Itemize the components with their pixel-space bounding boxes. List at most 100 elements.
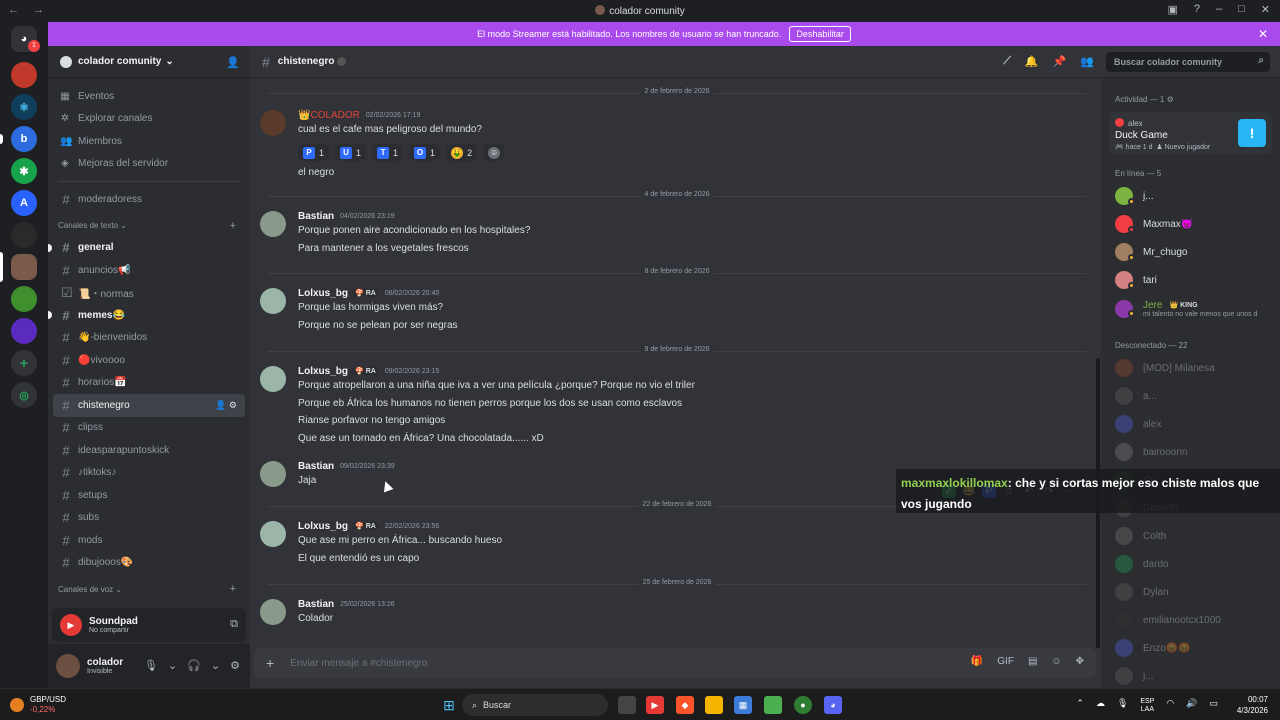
member-item[interactable]: dardo (1101, 550, 1280, 578)
author-avatar[interactable] (260, 461, 286, 487)
member-item[interactable]: j... (1101, 182, 1280, 210)
reaction-pill[interactable]: O1 (409, 144, 441, 161)
author-name[interactable]: Lolxus_bg (298, 366, 348, 377)
nav-item-1[interactable]: ✲ Explorar canales (48, 108, 250, 131)
taskbar-search[interactable]: ⌕ Buscar (462, 694, 608, 716)
clock[interactable]: 00:07 4/3/2026 (1237, 694, 1268, 716)
minecraft-icon[interactable] (764, 696, 782, 714)
member-item[interactable]: Mr_chugo (1101, 238, 1280, 266)
mic-chevron-icon[interactable]: ⌄ (168, 659, 177, 672)
close-window-icon[interactable]: ✕ (1261, 3, 1270, 16)
tray-app-icon[interactable]: ☁ (1096, 698, 1105, 714)
wifi-icon[interactable]: ◠ (1166, 698, 1174, 714)
add-reaction-button[interactable]: ☺ (483, 144, 506, 161)
settings-gear-icon[interactable]: ⚙ (230, 659, 240, 672)
server-icon-dark[interactable] (11, 222, 37, 248)
file-explorer-icon[interactable] (705, 696, 723, 714)
member-item[interactable]: bairooonn (1101, 438, 1280, 466)
tray-chevron-icon[interactable]: ⌃ (1076, 698, 1084, 714)
headphones-icon[interactable]: 🎧 (187, 659, 201, 672)
member-item[interactable]: Dylan (1101, 578, 1280, 606)
server-icon-avatar-1[interactable] (11, 62, 37, 88)
battery-icon[interactable]: ▭ (1209, 698, 1218, 714)
author-avatar[interactable] (260, 211, 286, 237)
help-icon[interactable]: ? (1194, 3, 1200, 16)
channel-item[interactable]: # setups (53, 484, 245, 507)
close-banner-icon[interactable]: ✕ (1258, 27, 1268, 41)
reaction-pill[interactable]: U1 (335, 144, 367, 161)
channel-item[interactable]: # ♪tiktoks♪ (53, 462, 245, 485)
headphones-chevron-icon[interactable]: ⌄ (211, 659, 220, 672)
server-icon-green[interactable]: ✱ (11, 158, 37, 184)
member-item[interactable]: Colth (1101, 522, 1280, 550)
member-item[interactable]: emilianootcx1000 (1101, 606, 1280, 634)
channel-item[interactable]: # 🔴vivoooo (53, 349, 245, 372)
author-avatar[interactable] (260, 110, 286, 136)
channel-item[interactable]: # dibujooos🎨 (53, 552, 245, 575)
reaction-pill[interactable]: T1 (372, 144, 404, 161)
member-item[interactable]: Jere 👑 KING mi talento no vale menos que u… (1101, 294, 1280, 324)
gift-icon[interactable]: 🎁 (971, 656, 983, 667)
channel-item[interactable]: # memes😂 (48, 304, 245, 327)
language-indicator[interactable]: ESP LAA (1140, 698, 1154, 714)
threads-icon[interactable]: ⟋ (1003, 55, 1011, 68)
member-item[interactable]: tari (1101, 266, 1280, 294)
sticker-icon[interactable]: ▤ (1028, 656, 1037, 667)
discord-taskbar-icon[interactable]: ◕ (824, 696, 842, 714)
channel-item[interactable]: # mods (53, 529, 245, 552)
nav-item-2[interactable]: 👥 Miembros (48, 130, 250, 153)
member-item[interactable]: a... (1101, 382, 1280, 410)
member-item[interactable]: j... (1101, 662, 1280, 688)
inbox-icon[interactable]: ▣ (1167, 3, 1177, 16)
user-avatar[interactable] (56, 654, 80, 678)
author-avatar[interactable] (260, 599, 286, 625)
add-server-icon[interactable]: + (11, 350, 37, 376)
channel-settings-icons[interactable]: 👤 ⚙ (215, 400, 237, 411)
channel-item[interactable]: # horarios📅 (53, 372, 245, 395)
screen-share-icon[interactable]: ⧉ (230, 618, 238, 631)
chrome-icon[interactable]: ● (794, 696, 812, 714)
notification-bell-icon[interactable]: 🔔 (1025, 55, 1039, 68)
search-input[interactable]: Buscar colador comunity ⌕ (1106, 52, 1270, 72)
channel-item[interactable]: # 👋-bienvenidos (53, 327, 245, 350)
channel-item[interactable]: ☑ 📜・normas (53, 282, 245, 305)
channel-moderadoress[interactable]: # moderadoress (53, 188, 245, 211)
microphone-icon[interactable]: 🎙 (144, 659, 158, 672)
activity-card[interactable]: alex Duck Game 🎮 hace 1 d ♟ Nuevo jugado… (1109, 112, 1272, 154)
maximize-icon[interactable]: □ (1238, 3, 1245, 16)
channel-item[interactable]: # general (48, 237, 245, 260)
server-icon-colador[interactable] (11, 254, 37, 280)
minimize-icon[interactable]: – (1216, 3, 1222, 16)
tray-mic-icon[interactable]: 🎙 (1117, 698, 1128, 714)
stock-widget[interactable]: GBP/USD -0,22% (10, 695, 66, 715)
author-name[interactable]: Bastian (298, 599, 334, 610)
member-item[interactable]: [MOD] Milanesa (1101, 354, 1280, 382)
reaction-pill[interactable]: P1 (298, 144, 330, 161)
text-channels-category[interactable]: Canales de texto ⌄ + (48, 215, 250, 237)
author-name[interactable]: Lolxus_bg (298, 521, 348, 532)
channel-item[interactable]: # ideasparapuntoskick (53, 439, 245, 462)
add-voice-channel-icon[interactable]: + (230, 583, 236, 595)
discover-icon[interactable]: ◎ (11, 382, 37, 408)
message-composer[interactable]: + Enviar mensaje a #chistenegro 🎁 GIF ▤ … (254, 648, 1096, 678)
member-list-icon[interactable]: 👥 (1080, 55, 1094, 68)
pin-icon[interactable]: 📌 (1053, 55, 1067, 68)
apps-icon[interactable]: ✥ (1076, 656, 1084, 667)
author-name[interactable]: Bastian (298, 211, 334, 222)
task-view-icon[interactable] (618, 696, 636, 714)
author-name[interactable]: Lolxus_bg (298, 288, 348, 299)
brave-icon[interactable]: ◆ (676, 696, 694, 714)
server-icon-minecraft[interactable] (11, 286, 37, 312)
member-item[interactable]: alex (1101, 410, 1280, 438)
author-avatar[interactable] (260, 366, 286, 392)
emoji-icon[interactable]: ☺ (1051, 656, 1061, 667)
member-item[interactable]: Enzo😡😡 (1101, 634, 1280, 662)
server-icon-a[interactable]: A (11, 190, 37, 216)
author-name[interactable]: COLADOR (310, 110, 359, 121)
soundpad-panel[interactable]: ▶ Soundpad No compartir ⧉ (52, 608, 246, 642)
channel-item[interactable]: # clipss (53, 417, 245, 440)
author-avatar[interactable] (260, 288, 286, 314)
disable-streamer-button[interactable]: Deshabilitar (789, 26, 851, 42)
youtube-icon[interactable]: ▶ (646, 696, 664, 714)
channel-item[interactable]: # subs (53, 507, 245, 530)
